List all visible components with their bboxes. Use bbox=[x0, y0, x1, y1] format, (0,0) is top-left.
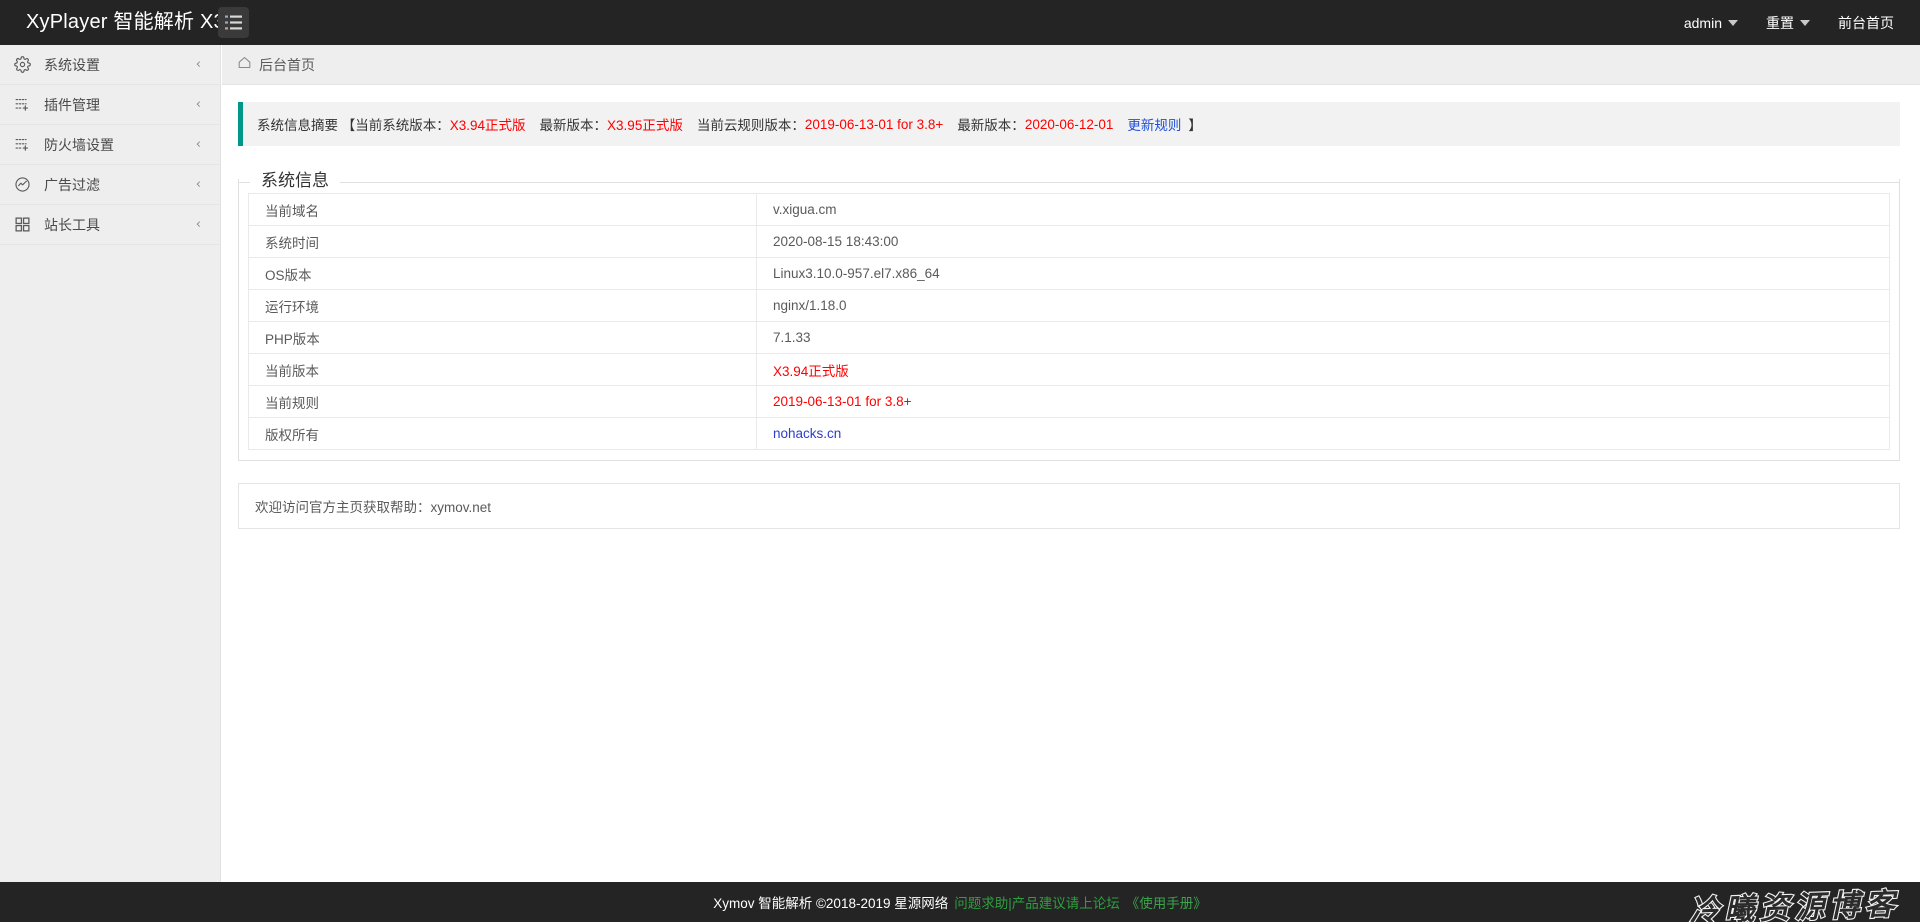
table-row: 当前域名 v.xigua.cm bbox=[248, 193, 1890, 226]
chevron-left-icon: ‹ bbox=[195, 57, 201, 72]
table-row: 运行环境 nginx/1.18.0 bbox=[248, 289, 1890, 322]
sidebar-item-ad-filter-label: 广告过滤 bbox=[44, 176, 100, 193]
row-value: 7.1.33 bbox=[756, 321, 1890, 354]
footer-manual-link[interactable]: 《使用手册》 bbox=[1126, 892, 1207, 912]
chart-circle-icon bbox=[14, 175, 38, 195]
alert-cloud-rule-label: 当前云规则版本： bbox=[696, 118, 805, 133]
table-row: 当前版本 X3.94正式版 bbox=[248, 353, 1890, 386]
header-right-menu: admin 重置 前台首页 bbox=[1670, 0, 1920, 45]
legend-rule-left bbox=[238, 181, 250, 183]
row-key: 当前域名 bbox=[248, 193, 757, 226]
panel-title: 系统信息 bbox=[261, 170, 329, 190]
sidebar: 系统设置 ‹ 插件管理 ‹ 防火墙设置 ‹ 广告过滤 ‹ 站长工具 ‹ bbox=[0, 45, 221, 882]
row-value: Linux3.10.0-957.el7.x86_64 bbox=[756, 257, 1890, 290]
panel-legend-row: 系统信息 bbox=[238, 165, 1900, 193]
alert-cloud-rule-version: 2019-06-13-01 for 3.8+ bbox=[804, 116, 944, 132]
panel-legend: 系统信息 bbox=[238, 165, 1900, 193]
sidebar-item-firewall-settings-label: 防火墙设置 bbox=[44, 136, 114, 153]
panel-body: 当前域名 v.xigua.cm 系统时间 2020-08-15 18:43:00… bbox=[238, 193, 1900, 461]
main-content: 后台首页 系统信息摘要 【当前系统版本： X3.94正式版 最新版本： X3.9… bbox=[222, 45, 1920, 882]
system-info-table-body: 当前域名 v.xigua.cm 系统时间 2020-08-15 18:43:00… bbox=[248, 193, 1890, 450]
table-row: OS版本 Linux3.10.0-957.el7.x86_64 bbox=[248, 257, 1890, 290]
header-item-admin-label: admin bbox=[1683, 14, 1722, 31]
sidebar-item-webmaster-tools-label: 站长工具 bbox=[44, 216, 100, 233]
home-icon bbox=[237, 55, 252, 75]
header-item-frontend-home-label: 前台首页 bbox=[1838, 14, 1894, 31]
alert-suffix: 】 bbox=[1188, 118, 1202, 133]
app-logo: XyPlayer 智能解析 X3 bbox=[26, 11, 225, 33]
row-key: 运行环境 bbox=[248, 289, 757, 322]
alert-rule-latest-version: 2020-06-12-01 bbox=[1024, 116, 1114, 132]
sidebar-item-ad-filter[interactable]: 广告过滤 ‹ bbox=[0, 165, 220, 205]
row-value: nginx/1.18.0 bbox=[756, 289, 1890, 322]
top-header: XyPlayer 智能解析 X3 admin 重置 前台首页 bbox=[0, 0, 1920, 45]
footer-copyright: Xymov 智能解析 ©2018-2019 星源网络 bbox=[713, 896, 949, 911]
sidebar-item-system-settings-label: 系统设置 bbox=[44, 56, 100, 73]
header-item-admin[interactable]: admin bbox=[1670, 0, 1752, 45]
page-footer: Xymov 智能解析 ©2018-2019 星源网络 问题求助|产品建议请上论坛… bbox=[0, 882, 1920, 922]
chevron-left-icon: ‹ bbox=[195, 137, 201, 152]
system-info-alert: 系统信息摘要 【当前系统版本： X3.94正式版 最新版本： X3.95正式版 … bbox=[238, 102, 1900, 146]
page-root: XyPlayer 智能解析 X3 admin 重置 前台首页 系统设置 ‹ 插件… bbox=[0, 0, 1920, 922]
row-value: 2020-08-15 18:43:00 bbox=[756, 225, 1890, 258]
alert-rule-latest-label: 最新版本： bbox=[957, 118, 1025, 133]
alert-prefix: 系统信息摘要 【当前系统版本： bbox=[257, 118, 450, 133]
row-key: 版权所有 bbox=[248, 417, 757, 450]
watermark: 冷曦资源博客 bbox=[1688, 887, 1901, 922]
table-row: PHP版本 7.1.33 bbox=[248, 321, 1890, 354]
header-item-reset[interactable]: 重置 bbox=[1752, 0, 1824, 45]
update-rule-link[interactable]: 更新规则 bbox=[1127, 114, 1181, 134]
breadcrumb: 后台首页 bbox=[222, 45, 1920, 85]
gear-icon bbox=[14, 55, 38, 75]
welcome-text: 欢迎访问官方主页获取帮助：xymov.net bbox=[255, 500, 492, 515]
chevron-left-icon: ‹ bbox=[195, 177, 201, 192]
row-value: v.xigua.cm bbox=[756, 193, 1890, 226]
menu-toggle-button[interactable] bbox=[218, 7, 249, 38]
legend-rule-right bbox=[340, 181, 1900, 183]
alert-latest-version: X3.95正式版 bbox=[607, 118, 683, 133]
row-key: PHP版本 bbox=[248, 321, 757, 354]
row-value-link[interactable]: nohacks.cn bbox=[756, 417, 1890, 450]
chevron-down-icon bbox=[1728, 19, 1738, 26]
header-item-reset-label: 重置 bbox=[1766, 14, 1794, 31]
header-item-frontend-home[interactable]: 前台首页 bbox=[1824, 0, 1920, 45]
row-value: X3.94正式版 bbox=[756, 353, 1890, 386]
row-key: 当前版本 bbox=[248, 353, 757, 386]
list-menu-icon bbox=[225, 15, 242, 30]
table-row: 当前规则 2019-06-13-01 for 3.8+ bbox=[248, 385, 1890, 418]
alert-latest-label: 最新版本： bbox=[539, 118, 608, 133]
sidebar-item-plugin-management-label: 插件管理 bbox=[44, 96, 100, 113]
footer-forum-link[interactable]: 问题求助|产品建议请上论坛 bbox=[954, 892, 1120, 912]
alert-current-version: X3.94正式版 bbox=[449, 118, 526, 133]
row-value: 2019-06-13-01 for 3.8+ bbox=[756, 385, 1890, 418]
chevron-left-icon: ‹ bbox=[195, 217, 201, 232]
row-key: OS版本 bbox=[248, 257, 757, 290]
grid-icon bbox=[14, 215, 38, 235]
chevron-left-icon: ‹ bbox=[195, 97, 201, 112]
table-row: 版权所有 nohacks.cn bbox=[248, 417, 1890, 450]
chevron-down-icon bbox=[1800, 19, 1810, 26]
breadcrumb-current: 后台首页 bbox=[259, 56, 315, 73]
list-add-icon bbox=[14, 135, 38, 155]
welcome-box: 欢迎访问官方主页获取帮助：xymov.net bbox=[238, 483, 1900, 529]
list-add-icon bbox=[14, 95, 38, 115]
system-info-table: 当前域名 v.xigua.cm 系统时间 2020-08-15 18:43:00… bbox=[248, 193, 1890, 450]
row-key: 当前规则 bbox=[248, 385, 757, 418]
system-info-panel: 系统信息 当前域名 v.xigua.cm 系统时间 2020-08-15 18:… bbox=[238, 165, 1900, 461]
content-body: 系统信息摘要 【当前系统版本： X3.94正式版 最新版本： X3.95正式版 … bbox=[222, 86, 1920, 882]
sidebar-item-system-settings[interactable]: 系统设置 ‹ bbox=[0, 45, 220, 85]
sidebar-item-firewall-settings[interactable]: 防火墙设置 ‹ bbox=[0, 125, 220, 165]
table-row: 系统时间 2020-08-15 18:43:00 bbox=[248, 225, 1890, 258]
sidebar-item-webmaster-tools[interactable]: 站长工具 ‹ bbox=[0, 205, 220, 245]
row-key: 系统时间 bbox=[248, 225, 757, 258]
sidebar-item-plugin-management[interactable]: 插件管理 ‹ bbox=[0, 85, 220, 125]
